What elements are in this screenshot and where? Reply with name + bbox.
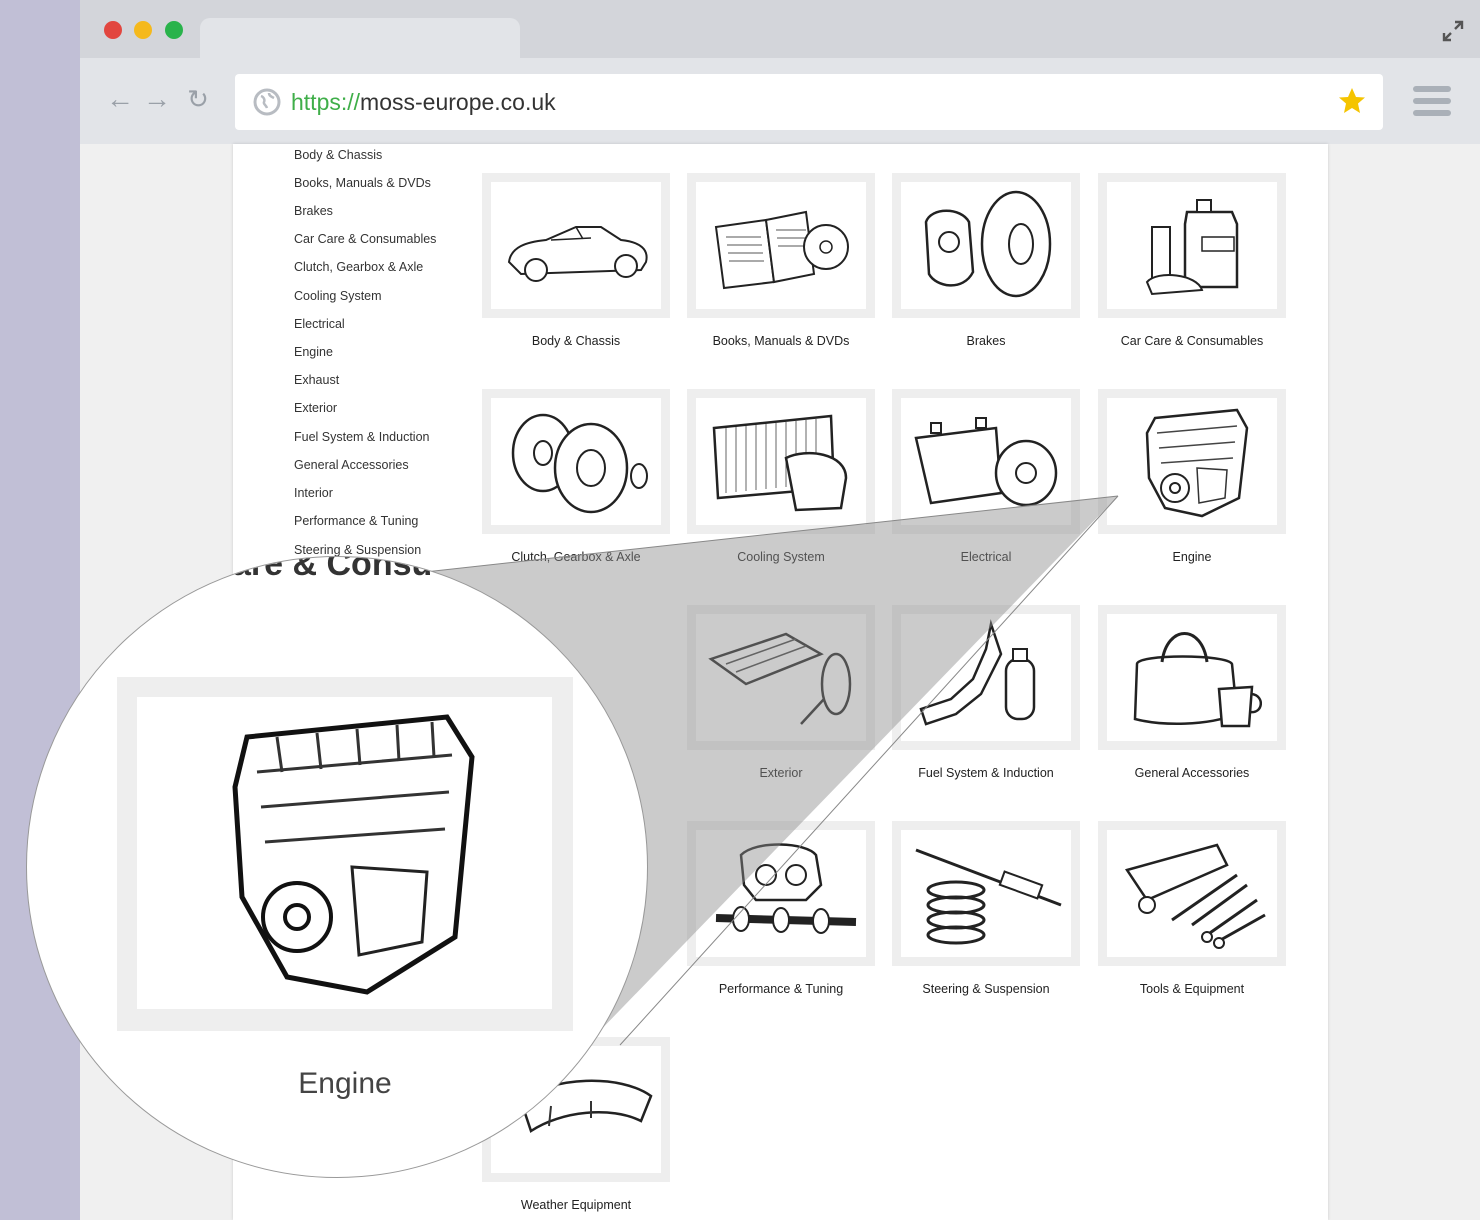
sidebar-item[interactable]: Performance & Tuning: [294, 514, 418, 528]
fuel-pump-icon: [919, 619, 1036, 726]
carburettor-icon: [715, 843, 857, 934]
clutch-icon: [511, 413, 648, 514]
sidebar-item[interactable]: Cooling System: [294, 289, 382, 303]
engine-icon: [1145, 408, 1249, 518]
category-label: Steering & Suspension: [922, 982, 1050, 996]
toolbar: ← → ↻ https://moss-europe.co.uk: [80, 58, 1480, 144]
sidebar-item[interactable]: Books, Manuals & DVDs: [294, 176, 431, 190]
category-label: Body & Chassis: [531, 334, 621, 348]
maximize-window-button[interactable]: [165, 21, 183, 39]
url-text: https://moss-europe.co.uk: [291, 89, 556, 115]
sidebar-item[interactable]: Body & Chassis: [294, 148, 382, 162]
brake-disc-icon: [924, 190, 1052, 298]
globe-icon: [253, 88, 281, 116]
sidebar-item[interactable]: Car Care & Consumables: [294, 232, 436, 246]
category-label: Fuel System & Induction: [918, 766, 1054, 780]
sidebar-item[interactable]: Engine: [294, 345, 333, 359]
tools-icon: [1125, 843, 1266, 949]
category-label: Car Care & Consumables: [1120, 334, 1264, 348]
title-bar: [80, 0, 1480, 60]
spring-icon: [915, 848, 1062, 945]
sidebar-item[interactable]: Electrical: [294, 317, 345, 331]
sidebar-item[interactable]: Brakes: [294, 204, 333, 218]
reload-icon[interactable]: ↻: [183, 84, 213, 114]
radiator-icon: [712, 414, 848, 512]
sidebar-item[interactable]: Steering & Suspension: [294, 543, 421, 557]
category-label: Electrical: [960, 550, 1012, 564]
category-label: Books, Manuals & DVDs: [712, 334, 850, 348]
category-label: Weather Equipment: [520, 1198, 632, 1212]
close-window-button[interactable]: [104, 21, 122, 39]
magnified-card-label: Engine: [298, 1067, 392, 1100]
magnifier-circle: are & Consu Engine: [26, 556, 648, 1178]
magnified-card: [117, 677, 573, 1031]
category-label: Tools & Equipment: [1139, 982, 1245, 996]
bookmark-star-icon[interactable]: [1337, 86, 1367, 116]
category-label: Exterior: [759, 766, 803, 780]
sidebar-item[interactable]: Exhaust: [294, 373, 339, 387]
battery-icon: [914, 417, 1058, 507]
oil-can-icon: [1145, 199, 1239, 296]
category-label: Cooling System: [737, 550, 825, 564]
minimize-window-button[interactable]: [134, 21, 152, 39]
car-body-icon: [507, 226, 648, 282]
back-icon[interactable]: ←: [105, 84, 135, 114]
expand-icon[interactable]: [1442, 20, 1464, 42]
sidebar-item[interactable]: General Accessories: [294, 458, 409, 472]
category-label: General Accessories: [1134, 766, 1250, 780]
sidebar-item[interactable]: Exterior: [294, 401, 337, 415]
magnifier-background-heading: are & Consu: [232, 556, 433, 583]
luggage-rack-icon: [708, 632, 852, 725]
sidebar-item[interactable]: Clutch, Gearbox & Axle: [294, 260, 423, 274]
forward-icon[interactable]: →: [142, 84, 172, 114]
category-label: Clutch, Gearbox & Axle: [511, 550, 641, 564]
category-label: Engine: [1172, 550, 1212, 564]
bag-icon: [1133, 632, 1262, 728]
address-bar[interactable]: https://moss-europe.co.uk: [235, 74, 1383, 130]
sidebar-item[interactable]: Interior: [294, 486, 333, 500]
menu-icon[interactable]: [1413, 86, 1451, 116]
category-label: Performance & Tuning: [718, 982, 844, 996]
engine-icon: [232, 714, 475, 995]
books-icon: [714, 210, 849, 290]
category-label: Brakes: [966, 334, 1006, 348]
browser-tab[interactable]: [200, 18, 520, 60]
sidebar-item[interactable]: Fuel System & Induction: [294, 430, 429, 444]
